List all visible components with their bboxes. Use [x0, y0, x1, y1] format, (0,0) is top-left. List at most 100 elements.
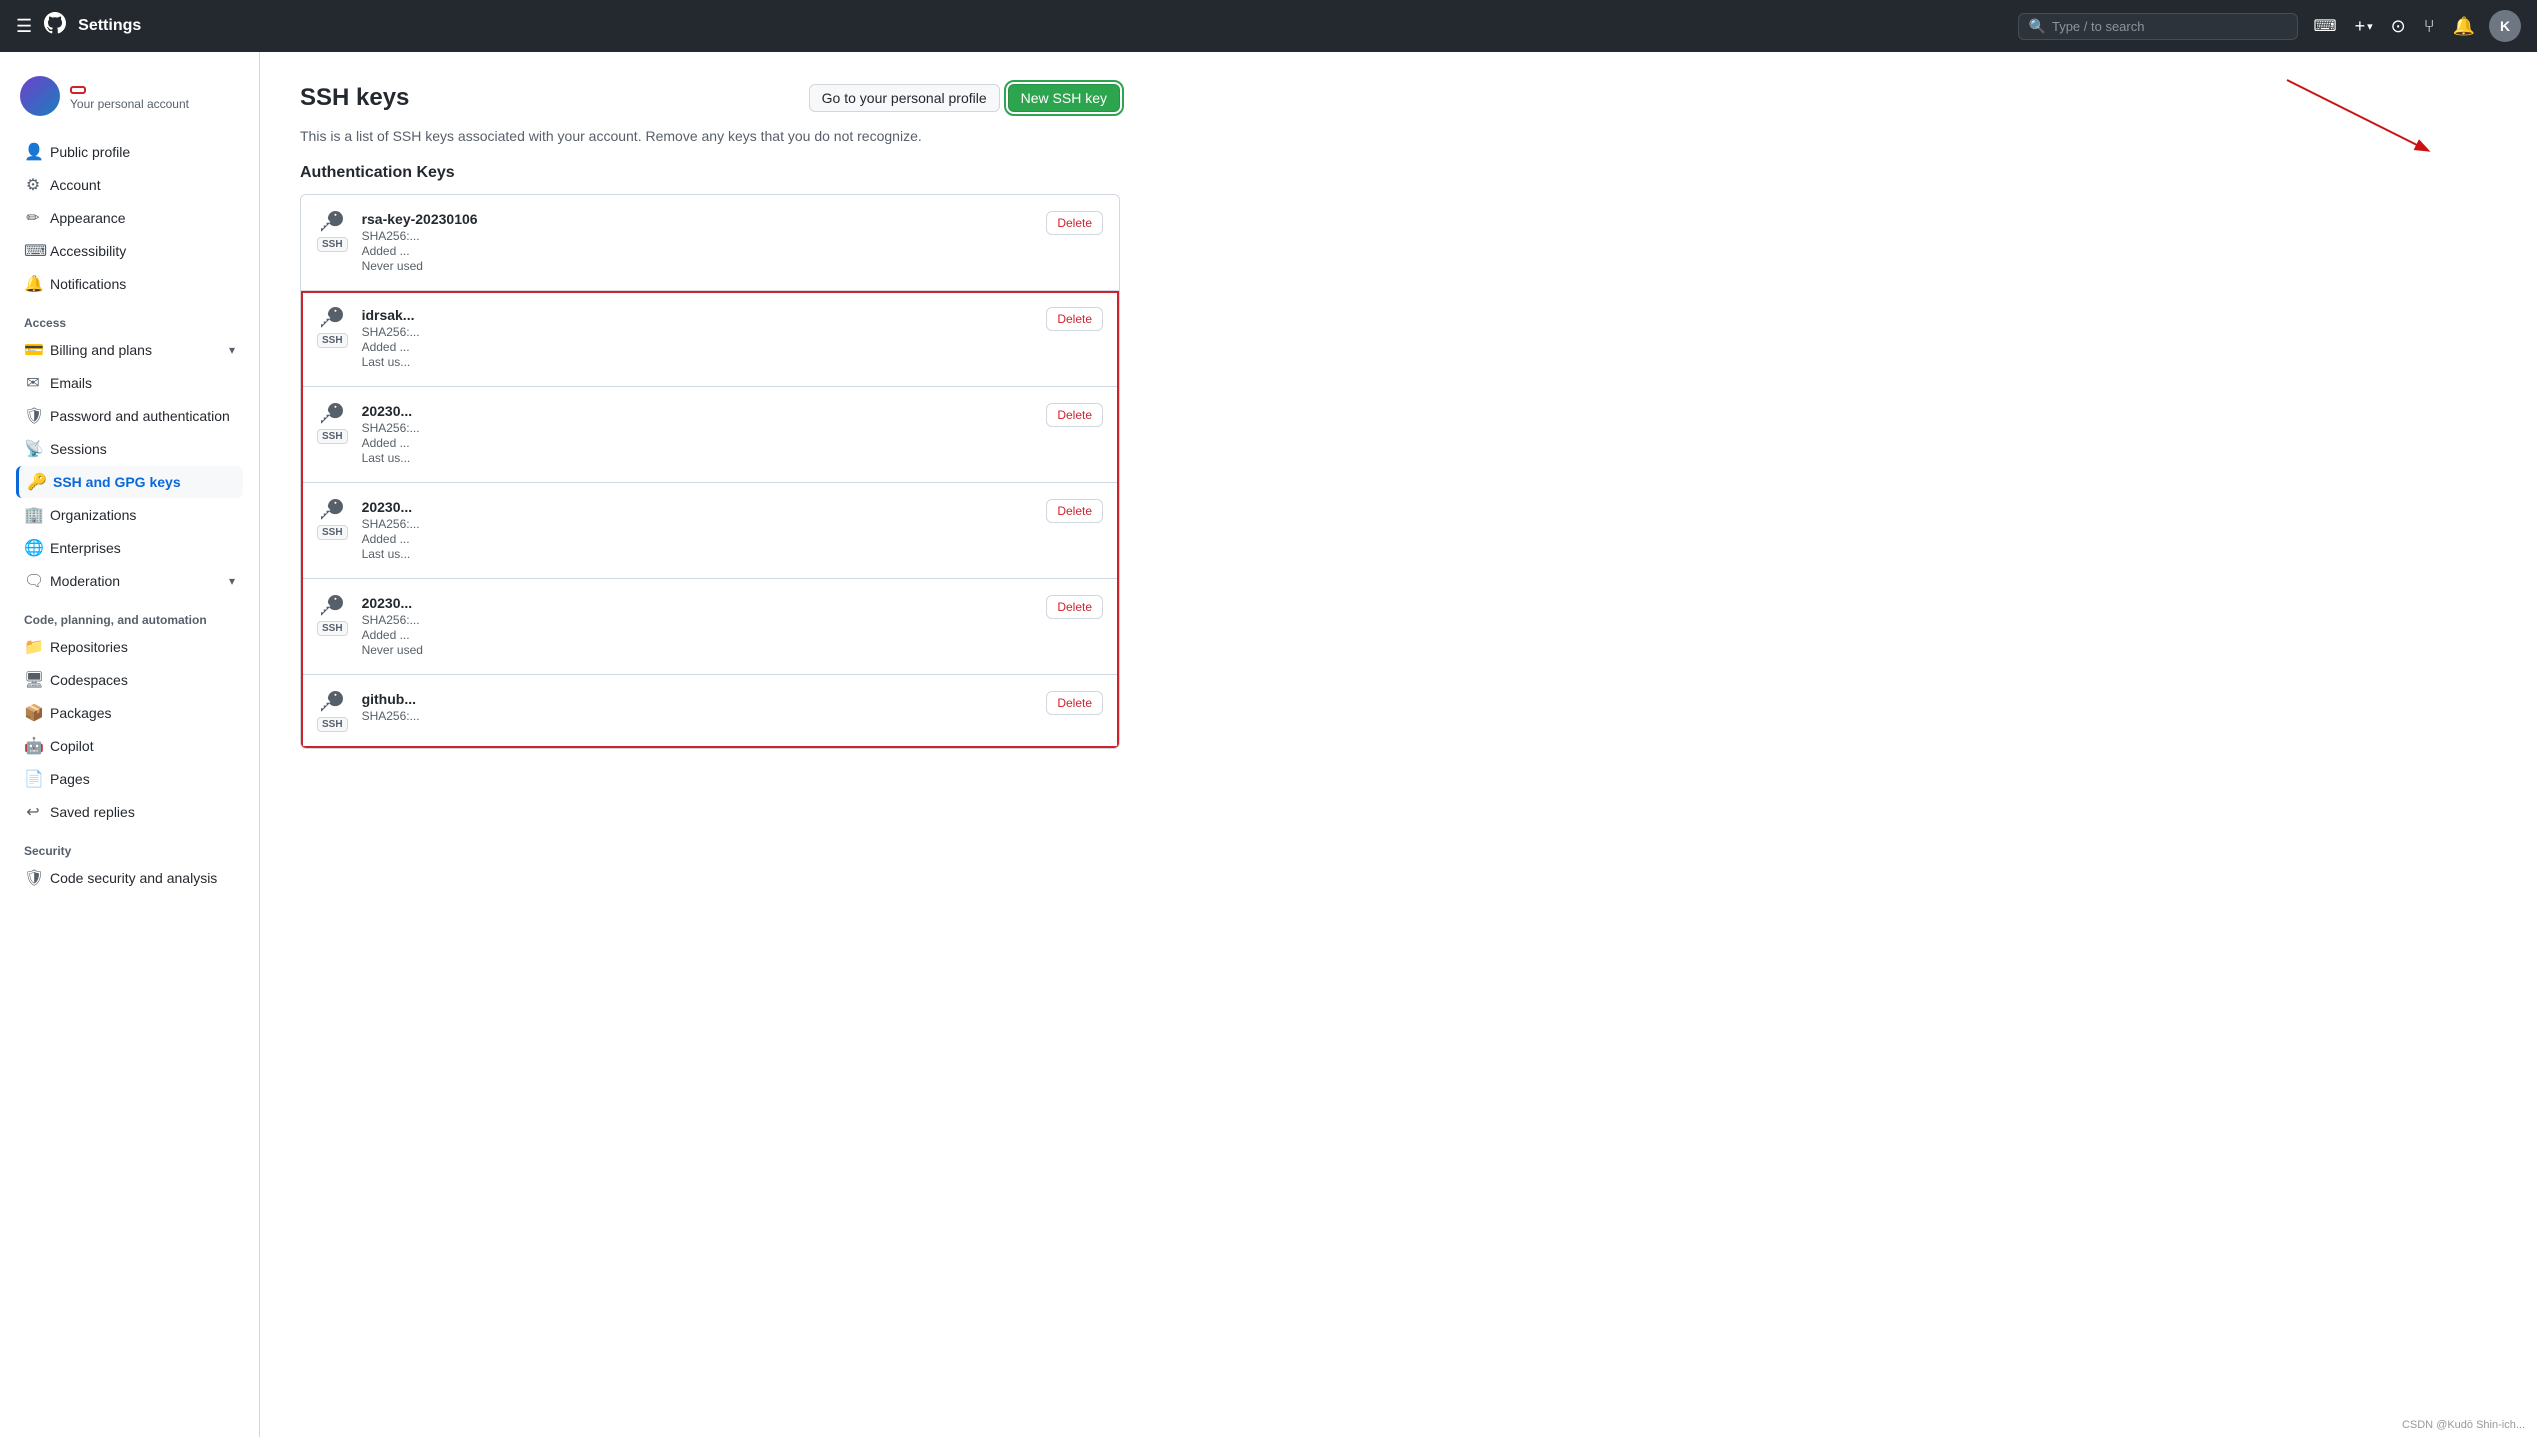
key-added: Added ...	[362, 628, 1047, 642]
sidebar-nav-item[interactable]: 🛡 Password and authentication	[16, 400, 243, 432]
key-added: Added ...	[362, 436, 1047, 450]
plus-icon: +	[2355, 16, 2366, 37]
delete-button[interactable]: Delete	[1046, 307, 1103, 331]
key-sha: SHA256:...	[362, 613, 1047, 627]
key-actions: Delete	[1046, 307, 1103, 331]
sidebar-item-label: Public profile	[50, 144, 130, 160]
moderation-icon: 🗨	[24, 571, 42, 591]
key-lastused: Last us...	[362, 355, 1047, 369]
new-button[interactable]: + ▾	[2351, 12, 2377, 41]
key-icon-wrap: SSH	[317, 595, 348, 636]
key-type-badge: SSH	[317, 237, 348, 252]
sidebar-nav-item[interactable]: 📡 Sessions	[16, 433, 243, 465]
public-profile-icon: 👤	[24, 142, 42, 162]
key-type-badge: SSH	[317, 333, 348, 348]
key-info: rsa-key-20230106 SHA256:... Added ... Ne…	[362, 211, 1047, 274]
sidebar-username	[70, 86, 86, 94]
sessions-icon: 📡	[24, 439, 42, 459]
accessibility-icon: ⌨	[24, 241, 42, 261]
key-info: idrsak... SHA256:... Added ... Last us..…	[362, 307, 1047, 370]
redbox-group: SSH idrsak... SHA256:... Added ... Last …	[301, 291, 1119, 748]
key-icon-wrap: SSH	[317, 691, 348, 732]
key-type-badge: SSH	[317, 525, 348, 540]
key-sha: SHA256:...	[362, 421, 1047, 435]
search-box[interactable]: 🔍 Type / to search	[2018, 13, 2298, 40]
page-title: SSH keys	[300, 84, 409, 112]
sidebar-nav-item[interactable]: 💳 Billing and plans ▾	[16, 334, 243, 366]
sidebar-item-label: Password and authentication	[50, 408, 230, 424]
code-section-label: Code, planning, and automation	[16, 605, 243, 631]
hamburger-button[interactable]: ☰	[16, 16, 32, 37]
sidebar-nav-item[interactable]: ✏ Appearance	[16, 202, 243, 234]
sidebar-nav-item[interactable]: 📦 Packages	[16, 697, 243, 729]
key-name: 20230...	[362, 595, 1047, 611]
password-icon: 🛡	[24, 406, 42, 426]
key-actions: Delete	[1046, 499, 1103, 523]
page-header: SSH keys Go to your personal profile New…	[300, 84, 1120, 112]
sidebar-nav-item[interactable]: 📁 Repositories	[16, 631, 243, 663]
watermark: CSDN @Kudō Shin-ich...	[2402, 1419, 2525, 1431]
sidebar-nav-item[interactable]: 🌐 Enterprises	[16, 532, 243, 564]
key-icon	[321, 307, 343, 329]
sidebar-item-label: Accessibility	[50, 243, 126, 259]
sidebar-nav-item[interactable]: 🛡 Code security and analysis	[16, 862, 243, 894]
key-icon	[321, 691, 343, 713]
key-icon	[321, 403, 343, 425]
key-icon	[321, 211, 343, 233]
notifications-icon-button[interactable]: 🔔	[2449, 12, 2479, 41]
main-content: SSH keys Go to your personal profile New…	[260, 52, 1160, 1437]
delete-button[interactable]: Delete	[1046, 211, 1103, 235]
table-row: SSH github... SHA256:... Delete	[301, 675, 1119, 748]
sidebar-item-label: Copilot	[50, 738, 94, 754]
sidebar-nav-item[interactable]: 🤖 Copilot	[16, 730, 243, 762]
copilot-icon: 🤖	[24, 736, 42, 756]
key-added: Added ...	[362, 244, 1047, 258]
repositories-icon: 📁	[24, 637, 42, 657]
delete-button[interactable]: Delete	[1046, 403, 1103, 427]
key-actions: Delete	[1046, 595, 1103, 619]
delete-button[interactable]: Delete	[1046, 595, 1103, 619]
pull-requests-icon-button[interactable]: ⑂	[2420, 12, 2439, 41]
key-actions: Delete	[1046, 403, 1103, 427]
key-icon-wrap: SSH	[317, 307, 348, 348]
organizations-icon: 🏢	[24, 505, 42, 525]
key-name: 20230...	[362, 403, 1047, 419]
github-logo-icon	[44, 12, 66, 40]
access-section-label: Access	[16, 308, 243, 334]
key-lastused: Last us...	[362, 451, 1047, 465]
sidebar-nav-item[interactable]: 👤 Public profile	[16, 136, 243, 168]
codespaces-icon: 🖥	[24, 670, 42, 690]
key-added: Added ...	[362, 340, 1047, 354]
key-icon-wrap: SSH	[317, 499, 348, 540]
sidebar-item-label: Enterprises	[50, 540, 121, 556]
packages-icon: 📦	[24, 703, 42, 723]
sidebar-nav-item[interactable]: ⌨ Accessibility	[16, 235, 243, 267]
table-row: SSH rsa-key-20230106 SHA256:... Added ..…	[301, 195, 1119, 291]
user-avatar[interactable]: K	[2489, 10, 2521, 42]
sidebar-nav-item[interactable]: ✉ Emails	[16, 367, 243, 399]
sidebar-nav-item[interactable]: 🗨 Moderation ▾	[16, 565, 243, 597]
sidebar-nav-item[interactable]: 🔔 Notifications	[16, 268, 243, 300]
topnav-actions: ⌨ + ▾ ⊙ ⑂ 🔔 K	[2310, 10, 2521, 42]
page-description: This is a list of SSH keys associated wi…	[300, 128, 1120, 144]
sidebar-nav-item[interactable]: 🖥 Codespaces	[16, 664, 243, 696]
sidebar-nav-item[interactable]: ↩ Saved replies	[16, 796, 243, 828]
sidebar-nav-item-ssh-gpg[interactable]: 🔑 SSH and GPG keys	[16, 466, 243, 498]
key-info: 20230... SHA256:... Added ... Last us...	[362, 403, 1047, 466]
key-added: Added ...	[362, 532, 1047, 546]
sidebar-nav-item[interactable]: 📄 Pages	[16, 763, 243, 795]
settings-title: Settings	[78, 17, 141, 35]
delete-button[interactable]: Delete	[1046, 499, 1103, 523]
go-to-profile-button[interactable]: Go to your personal profile	[809, 84, 1000, 112]
sidebar-item-label: Appearance	[50, 210, 126, 226]
new-ssh-key-button[interactable]: New SSH key	[1008, 84, 1120, 112]
table-row: SSH 20230... SHA256:... Added ... Last u…	[301, 483, 1119, 579]
saved-replies-icon: ↩	[24, 802, 42, 822]
issues-icon-button[interactable]: ⊙	[2387, 12, 2410, 41]
key-type-badge: SSH	[317, 717, 348, 732]
sidebar-nav-item[interactable]: 🏢 Organizations	[16, 499, 243, 531]
enterprises-icon: 🌐	[24, 538, 42, 558]
delete-button[interactable]: Delete	[1046, 691, 1103, 715]
sidebar-nav-item[interactable]: ⚙ Account	[16, 169, 243, 201]
terminal-icon-button[interactable]: ⌨	[2310, 12, 2341, 40]
